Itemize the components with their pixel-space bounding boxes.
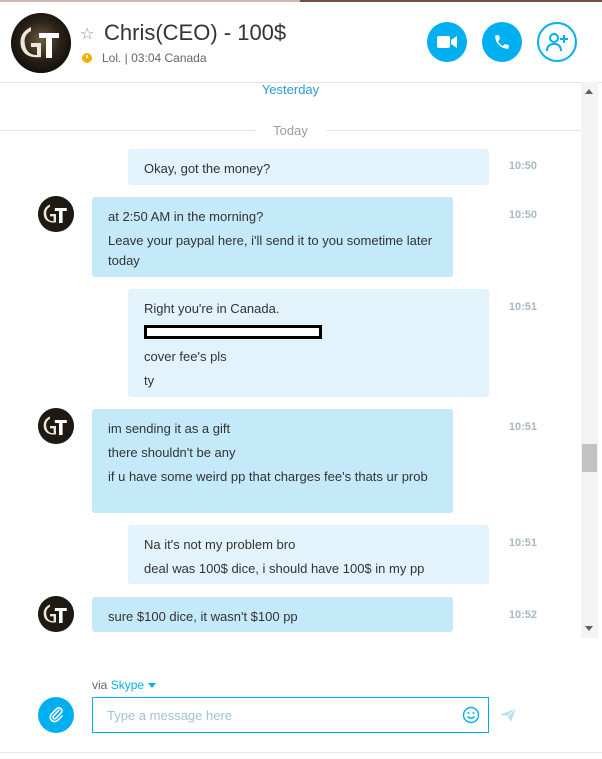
- favorite-star-icon[interactable]: ☆: [80, 24, 94, 44]
- message-text: Okay, got the money?: [144, 161, 271, 176]
- add-people-button[interactable]: [537, 22, 577, 62]
- message-time: 10:51: [508, 301, 537, 313]
- message-text: cover fee's pls: [144, 349, 227, 364]
- message-input-box[interactable]: [92, 697, 489, 733]
- message-bubble-outgoing[interactable]: Okay, got the money?: [128, 149, 489, 185]
- scroll-up-arrow-icon[interactable]: [585, 89, 593, 94]
- window-bottom-border: [0, 752, 602, 753]
- message-time: 10:52: [508, 609, 537, 621]
- via-label: via: [92, 678, 108, 692]
- day-separator-yesterday: Yesterday: [261, 82, 320, 97]
- sender-avatar[interactable]: [38, 196, 74, 232]
- via-service-selector[interactable]: via Skype: [92, 678, 157, 692]
- message-time: 10:50: [508, 209, 537, 221]
- contact-avatar[interactable]: [11, 13, 71, 73]
- day-label-today: Today: [273, 123, 308, 138]
- message-text: deal was 100$ dice, i should have 100$ i…: [144, 561, 425, 576]
- sender-avatar[interactable]: [38, 408, 74, 444]
- message-input[interactable]: [107, 706, 447, 724]
- scroll-down-arrow-icon[interactable]: [585, 626, 593, 631]
- video-camera-icon: [437, 36, 457, 48]
- message-bubble-outgoing[interactable]: Right you're in Canada. cover fee's pls …: [128, 289, 489, 397]
- status-text: Lol. | 03:04 Canada: [102, 51, 207, 65]
- message-text: sure $100 dice, it wasn't $100 pp: [108, 609, 298, 624]
- send-icon[interactable]: [499, 707, 517, 723]
- message-text: ty: [144, 373, 155, 388]
- scrollbar-thumb[interactable]: [582, 444, 597, 472]
- message-text: at 2:50 AM in the morning?: [108, 209, 264, 224]
- voice-call-button[interactable]: [482, 22, 522, 62]
- contact-name: Chris(CEO) - 100$: [104, 20, 287, 45]
- message-text: Na it's not my problem bro: [144, 537, 296, 552]
- message-bubble-incoming[interactable]: sure $100 dice, it wasn't $100 pp: [92, 597, 453, 632]
- via-service-name[interactable]: Skype: [111, 678, 144, 692]
- chat-scrollbar[interactable]: [581, 82, 598, 638]
- message-time: 10:51: [508, 421, 537, 433]
- message-text: Right you're in Canada.: [144, 301, 280, 316]
- contact-status: Lol. | 03:04 Canada: [82, 51, 207, 65]
- message-history[interactable]: Yesterday Today Okay, got the money? 10:…: [0, 82, 582, 638]
- chevron-down-icon[interactable]: [148, 683, 157, 689]
- emoticon-icon[interactable]: [462, 706, 480, 724]
- add-person-icon: [546, 33, 568, 52]
- message-bubble-incoming[interactable]: im sending it as a gift there shouldn't …: [92, 409, 453, 513]
- phone-icon: [495, 35, 509, 49]
- message-text: im sending it as a gift: [108, 421, 231, 436]
- redacted-block: [144, 325, 322, 339]
- message-text: there shouldn't be any: [108, 445, 236, 460]
- message-bubble-outgoing[interactable]: Na it's not my problem bro deal was 100$…: [128, 525, 489, 584]
- message-bubble-incoming[interactable]: at 2:50 AM in the morning? Leave your pa…: [92, 197, 453, 277]
- clock-icon: [82, 53, 92, 63]
- sender-avatar[interactable]: [38, 596, 74, 632]
- conversation-header: ☆ Chris(CEO) - 100$ Lol. | 03:04 Canada: [0, 2, 602, 83]
- message-time: 10:51: [508, 537, 537, 549]
- video-call-button[interactable]: [427, 22, 467, 62]
- paperclip-icon: [49, 707, 63, 723]
- message-time: 10:50: [508, 160, 537, 172]
- message-text: if u have some weird pp that charges fee…: [108, 469, 428, 484]
- attach-button[interactable]: [38, 697, 74, 733]
- message-text: Leave your paypal here, i'll send it to …: [108, 233, 433, 268]
